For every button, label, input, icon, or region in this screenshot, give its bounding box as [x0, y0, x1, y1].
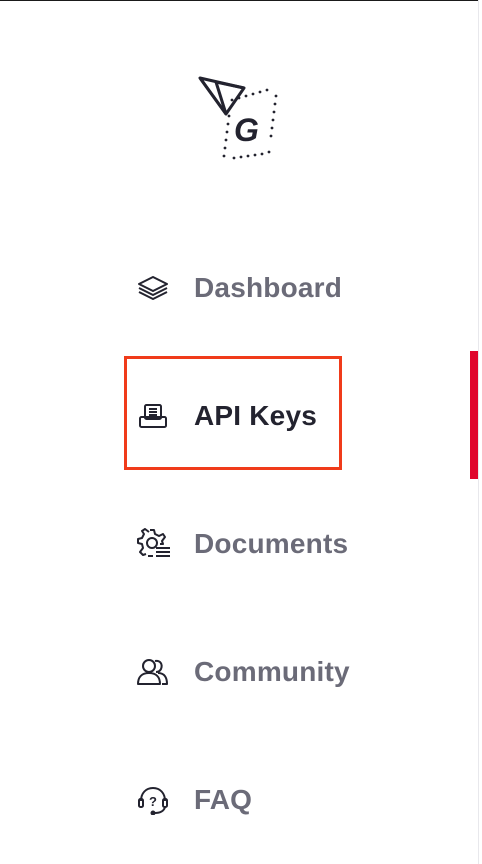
- help-headset-icon: ?: [136, 785, 172, 815]
- logo-letter: G: [234, 112, 259, 148]
- sidebar: G Dashboard API Keys Documents Community…: [0, 0, 482, 864]
- nav-item-faq[interactable]: ? FAQ: [136, 780, 252, 820]
- sidebar-right-border: [478, 0, 479, 864]
- nav-label-documents: Documents: [194, 528, 349, 559]
- brand-logo[interactable]: G: [196, 74, 286, 164]
- tron-g-logo-icon: G: [198, 76, 278, 160]
- nav-label-faq: FAQ: [194, 784, 253, 815]
- nav-label-dashboard: Dashboard: [194, 272, 343, 303]
- nav-item-dashboard[interactable]: Dashboard: [136, 268, 342, 308]
- top-divider: [0, 0, 478, 1]
- nav-item-documents[interactable]: Documents: [136, 524, 348, 564]
- nav-label-community: Community: [194, 656, 350, 687]
- users-icon: [136, 657, 172, 687]
- svg-text:?: ?: [149, 794, 157, 809]
- layers-icon: [136, 273, 172, 303]
- nav-item-community[interactable]: Community: [136, 652, 350, 692]
- active-indicator-bar: [470, 351, 478, 479]
- gear-document-icon: [136, 528, 172, 559]
- selection-highlight-box: [124, 356, 342, 470]
